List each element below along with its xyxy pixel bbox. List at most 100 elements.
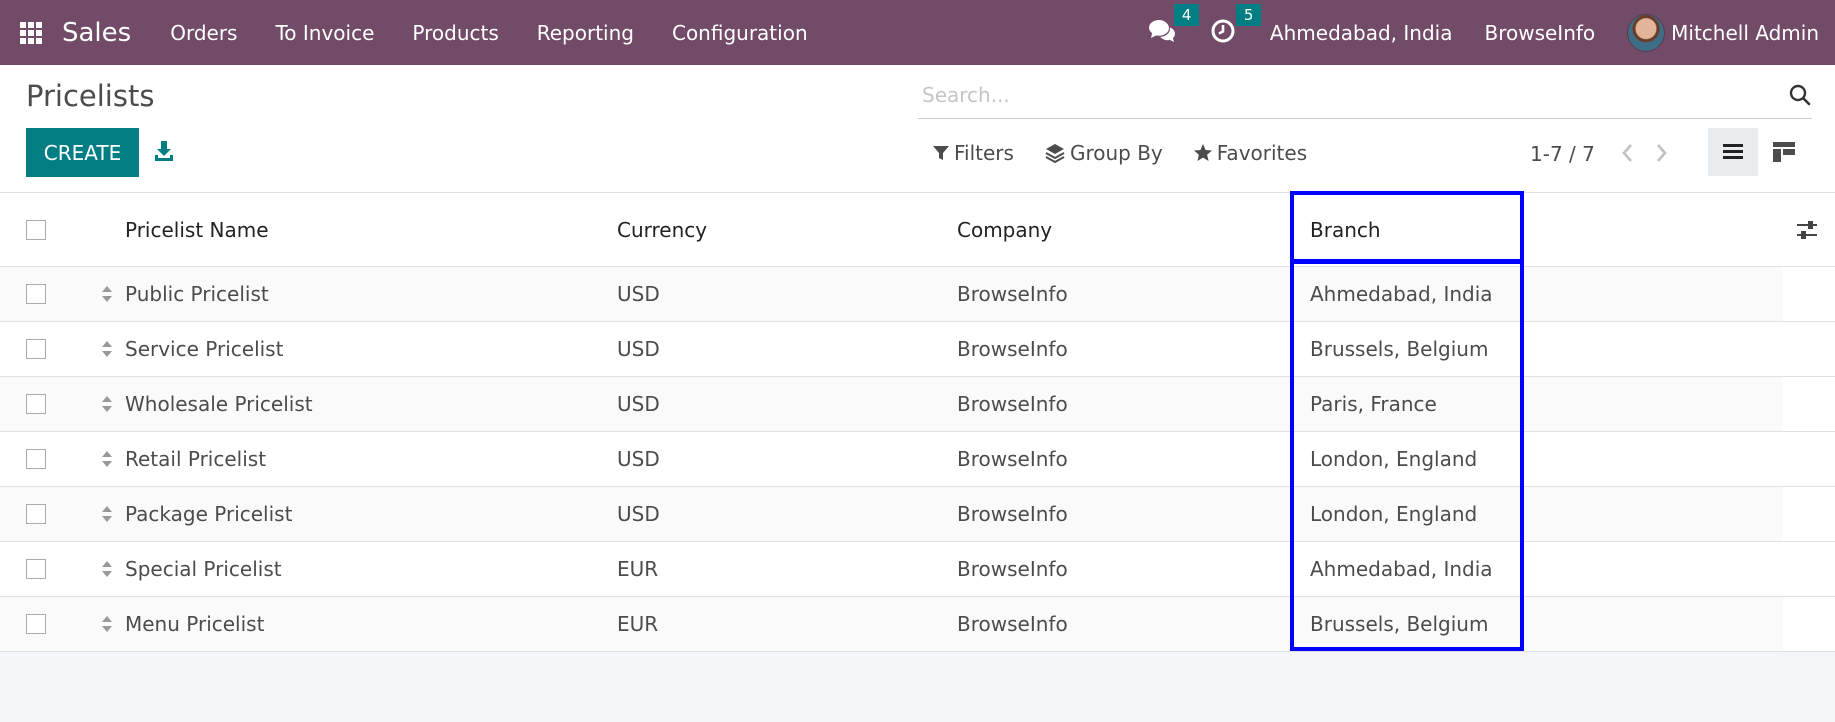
cell-branch: Brussels, Belgium bbox=[1310, 612, 1489, 636]
cell-pricelist-name: Service Pricelist bbox=[125, 337, 284, 361]
search-icon[interactable] bbox=[1788, 83, 1812, 107]
cell-currency: USD bbox=[617, 282, 660, 306]
create-button[interactable]: CREATE bbox=[26, 128, 139, 177]
activities-count-badge: 5 bbox=[1235, 3, 1262, 26]
row-checkbox[interactable] bbox=[26, 504, 46, 524]
cell-currency: USD bbox=[617, 337, 660, 361]
company-switcher[interactable]: BrowseInfo bbox=[1484, 21, 1595, 45]
cell-company: BrowseInfo bbox=[957, 337, 1068, 361]
clock-icon bbox=[1211, 19, 1235, 42]
menu-orders[interactable]: Orders bbox=[151, 21, 256, 45]
row-end-spacer bbox=[1783, 377, 1835, 431]
row-end-spacer bbox=[1783, 542, 1835, 596]
cell-company: BrowseInfo bbox=[957, 557, 1068, 581]
search-bar bbox=[918, 71, 1812, 119]
search-options: Filters Group By Favorites bbox=[932, 141, 1337, 165]
search-input[interactable] bbox=[918, 82, 1788, 107]
row-checkbox[interactable] bbox=[26, 284, 46, 304]
row-checkbox[interactable] bbox=[26, 559, 46, 579]
control-panel: Pricelists CREATE Filters Group By bbox=[0, 65, 1835, 193]
star-icon bbox=[1193, 144, 1212, 161]
group-by-dropdown[interactable]: Group By bbox=[1044, 141, 1163, 165]
table-row[interactable]: Wholesale Pricelist USD BrowseInfo Paris, F… bbox=[0, 377, 1835, 432]
row-checkbox[interactable] bbox=[26, 614, 46, 634]
cell-pricelist-name: Package Pricelist bbox=[125, 502, 293, 526]
user-name: Mitchell Admin bbox=[1671, 20, 1819, 45]
messages-button[interactable]: 4 bbox=[1148, 3, 1200, 48]
table-row[interactable]: Package Pricelist USD BrowseInfo London, En… bbox=[0, 487, 1835, 542]
group-by-label: Group By bbox=[1069, 141, 1163, 165]
cell-branch: Brussels, Belgium bbox=[1310, 337, 1489, 361]
cell-currency: EUR bbox=[617, 557, 659, 581]
drag-handle-icon[interactable] bbox=[100, 395, 114, 413]
cell-branch: Ahmedabad, India bbox=[1310, 557, 1493, 581]
pager-value[interactable]: 1-7 / 7 bbox=[1530, 142, 1595, 166]
table-row[interactable]: Service Pricelist USD BrowseInfo Brussels, … bbox=[0, 322, 1835, 377]
row-end-spacer bbox=[1783, 597, 1835, 651]
column-header-name[interactable]: Pricelist Name bbox=[125, 218, 269, 242]
column-header-company[interactable]: Company bbox=[957, 218, 1052, 242]
cell-pricelist-name: Menu Pricelist bbox=[125, 612, 265, 636]
avatar bbox=[1627, 13, 1666, 52]
row-end-spacer bbox=[1783, 487, 1835, 541]
favorites-dropdown[interactable]: Favorites bbox=[1193, 141, 1307, 165]
table-row[interactable]: Public Pricelist USD BrowseInfo Ahmedabad, … bbox=[0, 267, 1835, 322]
menu-reporting[interactable]: Reporting bbox=[518, 21, 653, 45]
column-header-branch[interactable]: Branch bbox=[1310, 218, 1381, 242]
row-end-spacer bbox=[1783, 432, 1835, 486]
top-navbar: Sales Orders To Invoice Products Reporti… bbox=[0, 0, 1835, 65]
select-all-checkbox[interactable] bbox=[26, 219, 46, 240]
cell-pricelist-name: Retail Pricelist bbox=[125, 447, 267, 471]
list-icon bbox=[1723, 144, 1743, 159]
table-row[interactable]: Menu Pricelist EUR BrowseInfo Brussels, Bel… bbox=[0, 597, 1835, 652]
menu-to-invoice[interactable]: To Invoice bbox=[256, 21, 393, 45]
drag-handle-icon[interactable] bbox=[100, 505, 114, 523]
filters-dropdown[interactable]: Filters bbox=[932, 141, 1014, 165]
menu-configuration[interactable]: Configuration bbox=[653, 21, 827, 45]
row-checkbox[interactable] bbox=[26, 339, 46, 359]
cell-company: BrowseInfo bbox=[957, 392, 1068, 416]
drag-handle-icon[interactable] bbox=[100, 450, 114, 468]
cell-branch: Ahmedabad, India bbox=[1310, 282, 1493, 306]
cell-branch: Paris, France bbox=[1310, 392, 1437, 416]
optional-columns-icon[interactable] bbox=[1795, 218, 1819, 242]
kanban-view-button[interactable] bbox=[1759, 128, 1809, 176]
page-title: Pricelists bbox=[26, 79, 155, 113]
table-header-row: Pricelist Name Currency Company Branch bbox=[0, 193, 1835, 267]
list-view-button[interactable] bbox=[1708, 128, 1758, 176]
cell-currency: EUR bbox=[617, 612, 659, 636]
table-row[interactable]: Special Pricelist EUR BrowseInfo Ahmedabad,… bbox=[0, 542, 1835, 597]
cell-company: BrowseInfo bbox=[957, 447, 1068, 471]
pricelist-table: Pricelist Name Currency Company Branch P… bbox=[0, 193, 1835, 652]
drag-handle-icon[interactable] bbox=[100, 285, 114, 303]
messages-count-badge: 4 bbox=[1173, 3, 1200, 26]
chevron-right-icon[interactable] bbox=[1650, 140, 1672, 166]
cell-company: BrowseInfo bbox=[957, 612, 1068, 636]
table-row[interactable]: Retail Pricelist USD BrowseInfo London, Eng… bbox=[0, 432, 1835, 487]
cell-branch: London, England bbox=[1310, 447, 1478, 471]
row-end-spacer bbox=[1783, 267, 1835, 321]
cell-pricelist-name: Wholesale Pricelist bbox=[125, 392, 313, 416]
layers-icon bbox=[1045, 144, 1065, 164]
branch-switcher[interactable]: Ahmedabad, India bbox=[1270, 21, 1453, 45]
activities-button[interactable]: 5 bbox=[1210, 3, 1262, 48]
row-checkbox[interactable] bbox=[26, 449, 46, 469]
user-menu[interactable]: Mitchell Admin bbox=[1627, 13, 1819, 52]
column-header-currency[interactable]: Currency bbox=[617, 218, 707, 242]
cell-branch: London, England bbox=[1310, 502, 1478, 526]
apps-menu-icon[interactable] bbox=[20, 21, 42, 44]
filters-label: Filters bbox=[954, 141, 1014, 165]
cell-pricelist-name: Special Pricelist bbox=[125, 557, 282, 581]
menu-products[interactable]: Products bbox=[393, 21, 517, 45]
drag-handle-icon[interactable] bbox=[100, 615, 114, 633]
kanban-icon bbox=[1773, 142, 1795, 162]
drag-handle-icon[interactable] bbox=[100, 560, 114, 578]
row-checkbox[interactable] bbox=[26, 394, 46, 414]
cell-currency: USD bbox=[617, 447, 660, 471]
app-name[interactable]: Sales bbox=[62, 18, 131, 48]
download-icon[interactable] bbox=[153, 139, 175, 163]
drag-handle-icon[interactable] bbox=[100, 340, 114, 358]
chat-icon bbox=[1148, 19, 1175, 42]
chevron-left-icon[interactable] bbox=[1617, 140, 1639, 166]
cell-currency: USD bbox=[617, 392, 660, 416]
